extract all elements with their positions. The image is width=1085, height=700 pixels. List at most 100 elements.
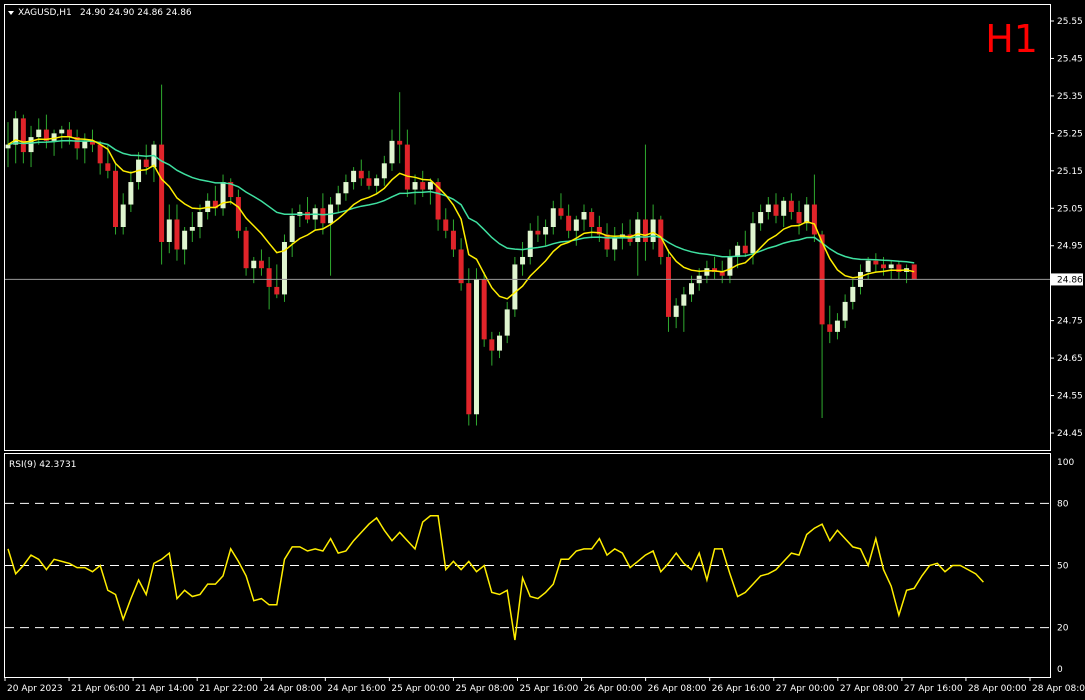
time-tick-label: 20 Apr 2023	[7, 684, 63, 694]
bull-candle	[527, 230, 533, 257]
bear-candle	[66, 129, 72, 138]
bear-candle	[420, 182, 426, 190]
bull-candle	[689, 283, 695, 295]
bear-candle	[642, 219, 648, 242]
bull-candle	[888, 264, 894, 269]
bull-candle	[635, 219, 641, 242]
price-tick-label: 25.55	[1057, 17, 1083, 27]
bear-candle	[258, 260, 264, 269]
price-tick-label: 24.45	[1057, 429, 1083, 439]
time-tick-label: 27 Apr 16:00	[904, 684, 963, 694]
bear-candle	[443, 219, 449, 231]
bear-candle	[481, 279, 487, 340]
price-tick-label: 24.95	[1057, 242, 1083, 252]
bear-candle	[788, 200, 794, 213]
bull-candle	[59, 129, 65, 134]
bull-candle	[120, 204, 126, 227]
bear-candle	[466, 283, 472, 415]
rsi-tick-label: 20	[1057, 624, 1069, 634]
bear-candle	[450, 230, 456, 250]
bear-candle	[397, 140, 403, 145]
rsi-tick-label: 100	[1057, 458, 1074, 468]
bear-candle	[604, 234, 610, 250]
bull-candle	[289, 215, 295, 242]
bull-candle	[834, 320, 840, 332]
bear-candle	[143, 159, 149, 168]
rsi-label: RSI(9) 42.3731	[9, 460, 76, 470]
bull-candle	[842, 301, 848, 321]
bear-candle	[174, 219, 180, 250]
price-tick-label: 24.55	[1057, 392, 1083, 402]
bull-candle	[750, 223, 756, 254]
bear-candle	[274, 286, 280, 295]
bull-candle	[650, 219, 656, 242]
bull-candle	[512, 264, 518, 310]
price-tick-label: 24.65	[1057, 354, 1083, 364]
bull-candle	[51, 133, 57, 141]
current-price-line: 24.86	[5, 273, 1083, 286]
bear-candle	[489, 339, 495, 351]
time-tick-label: 27 Apr 08:00	[840, 684, 899, 694]
bear-candle	[881, 264, 887, 269]
price-tick-label: 25.35	[1057, 92, 1083, 102]
time-axis: 20 Apr 2023 21 Apr 06:00 21 Apr 14:00 21 Ap…	[4, 677, 1085, 694]
bull-candle	[850, 286, 856, 302]
bull-candle	[804, 204, 810, 224]
time-tick-label: 21 Apr 06:00	[71, 684, 130, 694]
rsi-tick-label: 80	[1057, 499, 1069, 509]
bear-candle	[558, 208, 564, 216]
bull-candle	[765, 204, 771, 213]
bear-candle	[796, 212, 802, 224]
chart-menu-triangle-icon[interactable]	[8, 11, 14, 15]
candlestick-series	[5, 84, 917, 426]
price-tick-label: 25.25	[1057, 129, 1083, 139]
bear-candle	[773, 204, 779, 216]
time-tick-label: 25 Apr 00:00	[391, 684, 450, 694]
bull-candle	[673, 305, 679, 317]
bull-candle	[735, 245, 741, 257]
time-tick-label: 26 Apr 16:00	[712, 684, 771, 694]
bull-candle	[197, 212, 203, 227]
bull-candle	[205, 200, 211, 213]
time-tick-label: 28 Apr 00:00	[968, 684, 1027, 694]
bull-candle	[473, 279, 479, 415]
rsi-levels: 100 80 50 20 0	[5, 458, 1074, 675]
bull-candle	[128, 182, 134, 205]
bull-candle	[427, 182, 433, 190]
bear-candle	[458, 249, 464, 284]
bear-candle	[566, 215, 572, 231]
bull-candle	[865, 260, 871, 272]
time-tick-label: 28 Apr 08:00	[1032, 684, 1085, 694]
bull-candle	[573, 219, 579, 231]
price-tick-label: 24.75	[1057, 317, 1083, 327]
bear-candle	[535, 230, 541, 235]
bull-candle	[704, 268, 710, 276]
bear-candle	[113, 170, 119, 227]
time-tick-label: 26 Apr 00:00	[584, 684, 643, 694]
trading-chart[interactable]: 25.55 25.45 25.35 25.25 25.15 25.05 24.95 24.75…	[0, 0, 1085, 700]
price-tick-label: 25.05	[1057, 204, 1083, 214]
bear-candle	[243, 230, 249, 269]
time-tick-label: 21 Apr 22:00	[199, 684, 258, 694]
bull-candle	[82, 140, 88, 149]
time-tick-label: 21 Apr 14:00	[135, 684, 194, 694]
bear-candle	[589, 212, 595, 227]
bull-candle	[550, 208, 556, 227]
bull-candle	[727, 256, 733, 276]
bear-candle	[358, 170, 364, 179]
rsi-series	[7, 515, 984, 641]
time-tick-label: 26 Apr 08:00	[648, 684, 707, 694]
rsi-tick-label: 0	[1057, 665, 1063, 675]
bull-candle	[681, 294, 687, 306]
bear-candle	[266, 268, 272, 287]
bull-candle	[504, 309, 510, 336]
bull-candle	[374, 178, 380, 186]
bull-candle	[412, 182, 418, 190]
price-axis: 25.55 25.45 25.35 25.25 25.15 25.05 24.95 24.75…	[1050, 17, 1083, 439]
rsi-tick-label: 50	[1057, 562, 1069, 572]
bull-candle	[520, 256, 526, 265]
bull-candle	[28, 137, 34, 153]
time-tick-label: 27 Apr 00:00	[776, 684, 835, 694]
bull-candle	[5, 144, 11, 149]
bear-candle	[97, 144, 103, 164]
